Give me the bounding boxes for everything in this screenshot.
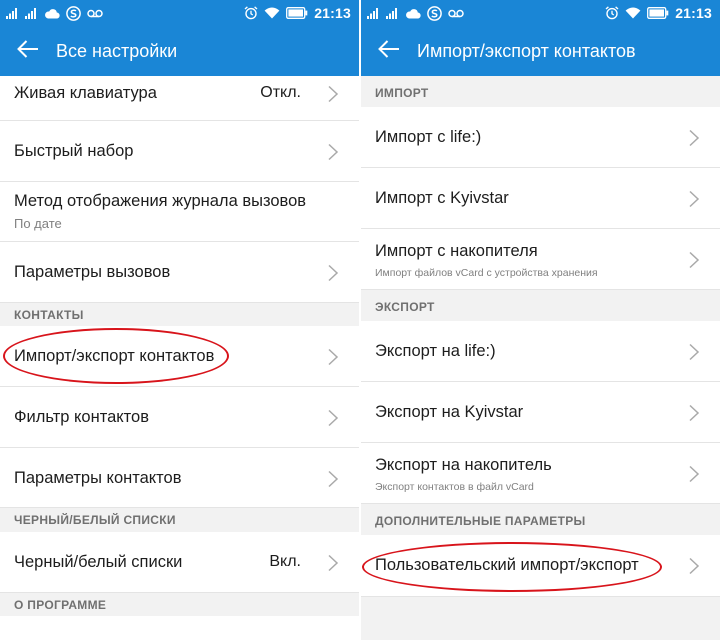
row-title: Параметры вызовов [14, 263, 171, 281]
status-bar-time: 21:13 [314, 5, 351, 21]
section-label: ДОПОЛНИТЕЛЬНЫЕ ПАРАМЕТРЫ [375, 514, 586, 528]
chevron-right-icon [689, 129, 700, 147]
setting-row-contact-settings[interactable]: Параметры контактов [0, 448, 359, 508]
chevron-right-icon [689, 343, 700, 361]
chevron-right-icon [328, 409, 339, 427]
row-subtitle: По дате [14, 216, 62, 231]
row-title: Экспорт на life:) [375, 342, 496, 360]
app-s-icon [427, 5, 442, 21]
section-label: О ПРОГРАММЕ [14, 598, 107, 612]
export-row-kyivstar[interactable]: Экспорт на Kyivstar [361, 382, 720, 443]
chevron-right-icon [689, 557, 700, 575]
section-label: ЧЕРНЫЙ/БЕЛЫЙ СПИСКИ [14, 513, 176, 527]
section-header-about: О ПРОГРАММЕ [0, 593, 359, 616]
row-title: Параметры контактов [14, 469, 182, 487]
section-label: ЭКСПОРТ [375, 300, 435, 314]
chevron-right-icon [328, 143, 339, 161]
export-row-life[interactable]: Экспорт на life:) [361, 321, 720, 382]
row-title: Импорт с Kyivstar [375, 189, 509, 207]
section-label: ИМПОРТ [375, 86, 429, 100]
section-header-blacklist: ЧЕРНЫЙ/БЕЛЫЙ СПИСКИ [0, 508, 359, 532]
row-title: Живая клавиатура [14, 84, 157, 102]
battery-icon [647, 7, 669, 19]
status-bar-left-icons [6, 4, 103, 22]
back-button[interactable] [14, 38, 42, 64]
row-title: Импорт/экспорт контактов [14, 347, 215, 365]
status-bar-left-icons [367, 4, 464, 22]
section-header-export: ЭКСПОРТ [361, 290, 720, 321]
cloud-icon [405, 8, 421, 19]
chevron-right-icon [328, 264, 339, 282]
signal-icon [386, 7, 399, 19]
setting-row-blacklist[interactable]: Черный/белый списки Вкл. [0, 532, 359, 593]
chevron-right-icon [689, 190, 700, 208]
setting-row-live-keyboard[interactable]: Живая клавиатура Откл. [0, 76, 359, 121]
section-header-advanced: ДОПОЛНИТЕЛЬНЫЕ ПАРАМЕТРЫ [361, 504, 720, 535]
section-header-import: ИМПОРТ [361, 76, 720, 107]
import-row-kyivstar[interactable]: Импорт с Kyivstar [361, 168, 720, 229]
row-title: Импорт с life:) [375, 128, 482, 146]
status-bar-right-icons: 21:13 [244, 4, 351, 22]
import-row-storage[interactable]: Импорт с накопителя Импорт файлов vCard … [361, 229, 720, 290]
setting-row-contact-filter[interactable]: Фильтр контактов [0, 387, 359, 448]
voicemail-icon [448, 9, 464, 18]
wifi-icon [625, 7, 641, 19]
wifi-icon [264, 7, 280, 19]
app-toolbar: Все настройки [0, 26, 359, 76]
custom-import-export-row[interactable]: Пользовательский импорт/экспорт [361, 535, 720, 597]
import-row-life[interactable]: Импорт с life:) [361, 107, 720, 168]
setting-row-import-export[interactable]: Импорт/экспорт контактов [0, 326, 359, 387]
chevron-right-icon [689, 465, 700, 483]
voicemail-icon [87, 9, 103, 18]
export-row-storage[interactable]: Экспорт на накопитель Экспорт контактов … [361, 443, 720, 504]
settings-screen-all: 21:13 Все настройки Живая клавиатура Отк… [0, 0, 359, 640]
signal-icon [25, 7, 38, 19]
row-value: Откл. [260, 84, 301, 101]
chevron-right-icon [328, 85, 339, 103]
row-value: Вкл. [269, 553, 301, 570]
chevron-right-icon [328, 554, 339, 572]
settings-screen-import-export: 21:13 Импорт/экспорт контактов ИМПОРТ Им… [361, 0, 720, 640]
alarm-icon [605, 6, 619, 20]
row-title: Черный/белый списки [14, 553, 183, 571]
row-title: Метод отображения журнала вызовов [14, 192, 307, 210]
row-subtitle: Экспорт контактов в файл vCard [375, 481, 534, 493]
arrow-left-icon [377, 39, 401, 64]
page-title: Все настройки [56, 41, 178, 61]
back-button[interactable] [375, 38, 403, 64]
signal-icon [6, 7, 19, 19]
chevron-right-icon [328, 470, 339, 488]
row-title: Быстрый набор [14, 142, 134, 160]
setting-row-speed-dial[interactable]: Быстрый набор [0, 121, 359, 182]
setting-row-about[interactable] [0, 616, 359, 640]
status-bar-time: 21:13 [675, 5, 712, 21]
status-bar-right-icons: 21:13 [605, 4, 712, 22]
chevron-right-icon [689, 404, 700, 422]
app-toolbar: Импорт/экспорт контактов [361, 26, 720, 76]
alarm-icon [244, 6, 258, 20]
row-title: Пользовательский импорт/экспорт [375, 556, 639, 574]
setting-row-call-log-method[interactable]: Метод отображения журнала вызовов По дат… [0, 182, 359, 242]
row-title: Импорт с накопителя [375, 242, 538, 260]
row-title: Экспорт на Kyivstar [375, 403, 524, 421]
battery-icon [286, 7, 308, 19]
arrow-left-icon [16, 39, 40, 64]
chevron-right-icon [328, 348, 339, 366]
setting-row-call-settings[interactable]: Параметры вызовов [0, 242, 359, 303]
status-bar: 21:13 [0, 0, 359, 26]
signal-icon [367, 7, 380, 19]
status-bar: 21:13 [361, 0, 720, 26]
row-title: Фильтр контактов [14, 408, 149, 426]
page-title: Импорт/экспорт контактов [417, 41, 636, 61]
cloud-icon [44, 8, 60, 19]
chevron-right-icon [689, 251, 700, 269]
section-label: КОНТАКТЫ [14, 308, 84, 322]
section-header-contacts: КОНТАКТЫ [0, 303, 359, 326]
row-subtitle: Импорт файлов vCard с устройства хранени… [375, 267, 598, 279]
row-title: Экспорт на накопитель [375, 456, 552, 474]
app-s-icon [66, 5, 81, 21]
